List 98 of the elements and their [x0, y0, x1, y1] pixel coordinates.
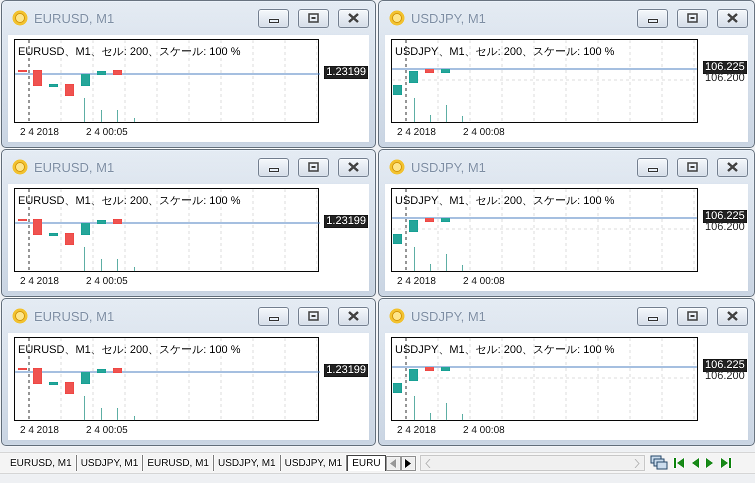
- price-level-label: 106.200: [704, 221, 746, 234]
- window-title: USDJPY, M1: [411, 160, 487, 174]
- coin-icon: [389, 308, 405, 324]
- candlestick-drawing: [393, 218, 450, 244]
- close-icon: [348, 13, 359, 23]
- coin-icon: [389, 10, 405, 26]
- coin-icon: [12, 308, 28, 324]
- previous-icon[interactable]: [690, 457, 700, 469]
- coin-icon: [12, 159, 28, 175]
- window-title: USDJPY, M1: [411, 10, 487, 26]
- minimize-button[interactable]: [258, 8, 289, 28]
- volume-drawing: [84, 98, 135, 122]
- volume-drawing: [414, 98, 463, 122]
- restore-button[interactable]: [677, 8, 708, 28]
- close-button[interactable]: [338, 306, 369, 326]
- time-label: 2 4 2018: [20, 276, 60, 287]
- close-icon: [727, 311, 738, 321]
- minimize-icon: [268, 316, 278, 320]
- minimize-icon: [648, 18, 658, 22]
- time-label: 2 4 00:05: [86, 276, 128, 287]
- coin-icon: [12, 10, 28, 26]
- restore-icon: [308, 13, 319, 23]
- current-price-label: 1.23199: [324, 364, 368, 377]
- volume-drawing: [414, 396, 463, 420]
- restore-button[interactable]: [298, 306, 329, 326]
- current-price-label: 1.23199: [324, 215, 368, 228]
- time-label: 2 4 00:05: [86, 425, 128, 436]
- candlestick-drawing: [393, 69, 450, 95]
- time-label: 2 4 00:08: [463, 127, 505, 138]
- window-tab[interactable]: EURU: [347, 455, 386, 471]
- window-tab[interactable]: USDJPY, M1: [76, 455, 144, 471]
- chart-caption: USDJPY、M1、セル: 200、スケール: 100 %: [394, 343, 616, 357]
- window-tab[interactable]: USDJPY, M1: [214, 455, 281, 471]
- window-title: EURUSD, M1: [34, 10, 116, 26]
- chart-caption: EURUSD、M1、セル: 200、スケール: 100 %: [17, 194, 242, 208]
- minimize-icon: [648, 316, 658, 320]
- restore-icon: [308, 162, 319, 172]
- restore-icon: [687, 311, 698, 321]
- restore-button[interactable]: [298, 8, 329, 28]
- minimize-button[interactable]: [637, 306, 668, 326]
- volume-drawing: [84, 396, 135, 420]
- window-title: EURUSD, M1: [34, 160, 116, 174]
- cascade-windows-icon[interactable]: [650, 455, 668, 471]
- restore-icon: [308, 311, 319, 321]
- coin-icon: [389, 159, 405, 175]
- right-arrow-icon: [405, 458, 412, 468]
- volume-drawing: [414, 247, 463, 271]
- close-button[interactable]: [717, 306, 748, 326]
- first-icon[interactable]: [672, 457, 685, 469]
- next-icon[interactable]: [704, 457, 715, 469]
- price-level-label: 106.200: [704, 72, 746, 85]
- last-icon[interactable]: [720, 457, 732, 469]
- window-title: USDJPY, M1: [411, 308, 487, 324]
- window-tab[interactable]: EURUSD, M1: [143, 455, 214, 471]
- time-label: 2 4 00:08: [463, 425, 505, 436]
- restore-icon: [687, 162, 698, 172]
- current-price-label: 106.225: [703, 210, 747, 223]
- window-tab[interactable]: EURUSD, M1: [6, 455, 77, 471]
- price-level-label: 106.200: [704, 370, 746, 383]
- restore-icon: [687, 13, 698, 23]
- scroll-right-button[interactable]: [400, 456, 416, 470]
- chart-caption: EURUSD、M1、セル: 200、スケール: 100 %: [17, 45, 242, 59]
- close-icon: [727, 13, 738, 23]
- close-icon: [727, 162, 738, 172]
- time-label: 2 4 2018: [397, 276, 437, 287]
- scroll-left-button[interactable]: [386, 456, 401, 470]
- chart-caption: USDJPY、M1、セル: 200、スケール: 100 %: [394, 194, 616, 208]
- volume-drawing: [84, 247, 135, 271]
- close-icon: [348, 311, 359, 321]
- restore-button[interactable]: [677, 306, 708, 326]
- time-label: 2 4 2018: [20, 425, 60, 436]
- time-label: 2 4 00:08: [463, 276, 505, 287]
- minimize-icon: [648, 168, 658, 172]
- close-button[interactable]: [338, 8, 369, 28]
- left-arrow-icon: [390, 458, 396, 468]
- minimize-icon: [268, 168, 278, 172]
- close-button[interactable]: [717, 158, 748, 176]
- minimize-button[interactable]: [258, 158, 289, 176]
- chart-caption: EURUSD、M1、セル: 200、スケール: 100 %: [17, 343, 242, 357]
- close-button[interactable]: [338, 158, 369, 176]
- chart-caption: USDJPY、M1、セル: 200、スケール: 100 %: [394, 45, 616, 59]
- minimize-icon: [268, 18, 278, 22]
- time-label: 2 4 2018: [20, 127, 60, 138]
- candlestick-drawing: [393, 367, 450, 393]
- minimize-button[interactable]: [258, 306, 289, 326]
- restore-button[interactable]: [677, 158, 708, 176]
- window-title: EURUSD, M1: [34, 308, 116, 324]
- time-label: 2 4 2018: [397, 425, 437, 436]
- minimize-button[interactable]: [637, 8, 668, 28]
- restore-button[interactable]: [298, 158, 329, 176]
- close-button[interactable]: [717, 8, 748, 28]
- current-price-label: 1.23199: [324, 66, 368, 79]
- close-icon: [348, 162, 359, 172]
- current-price-label: 106.225: [703, 359, 747, 372]
- time-label: 2 4 00:05: [86, 127, 128, 138]
- minimize-button[interactable]: [637, 158, 668, 176]
- current-price-label: 106.225: [703, 61, 747, 74]
- time-label: 2 4 2018: [397, 127, 437, 138]
